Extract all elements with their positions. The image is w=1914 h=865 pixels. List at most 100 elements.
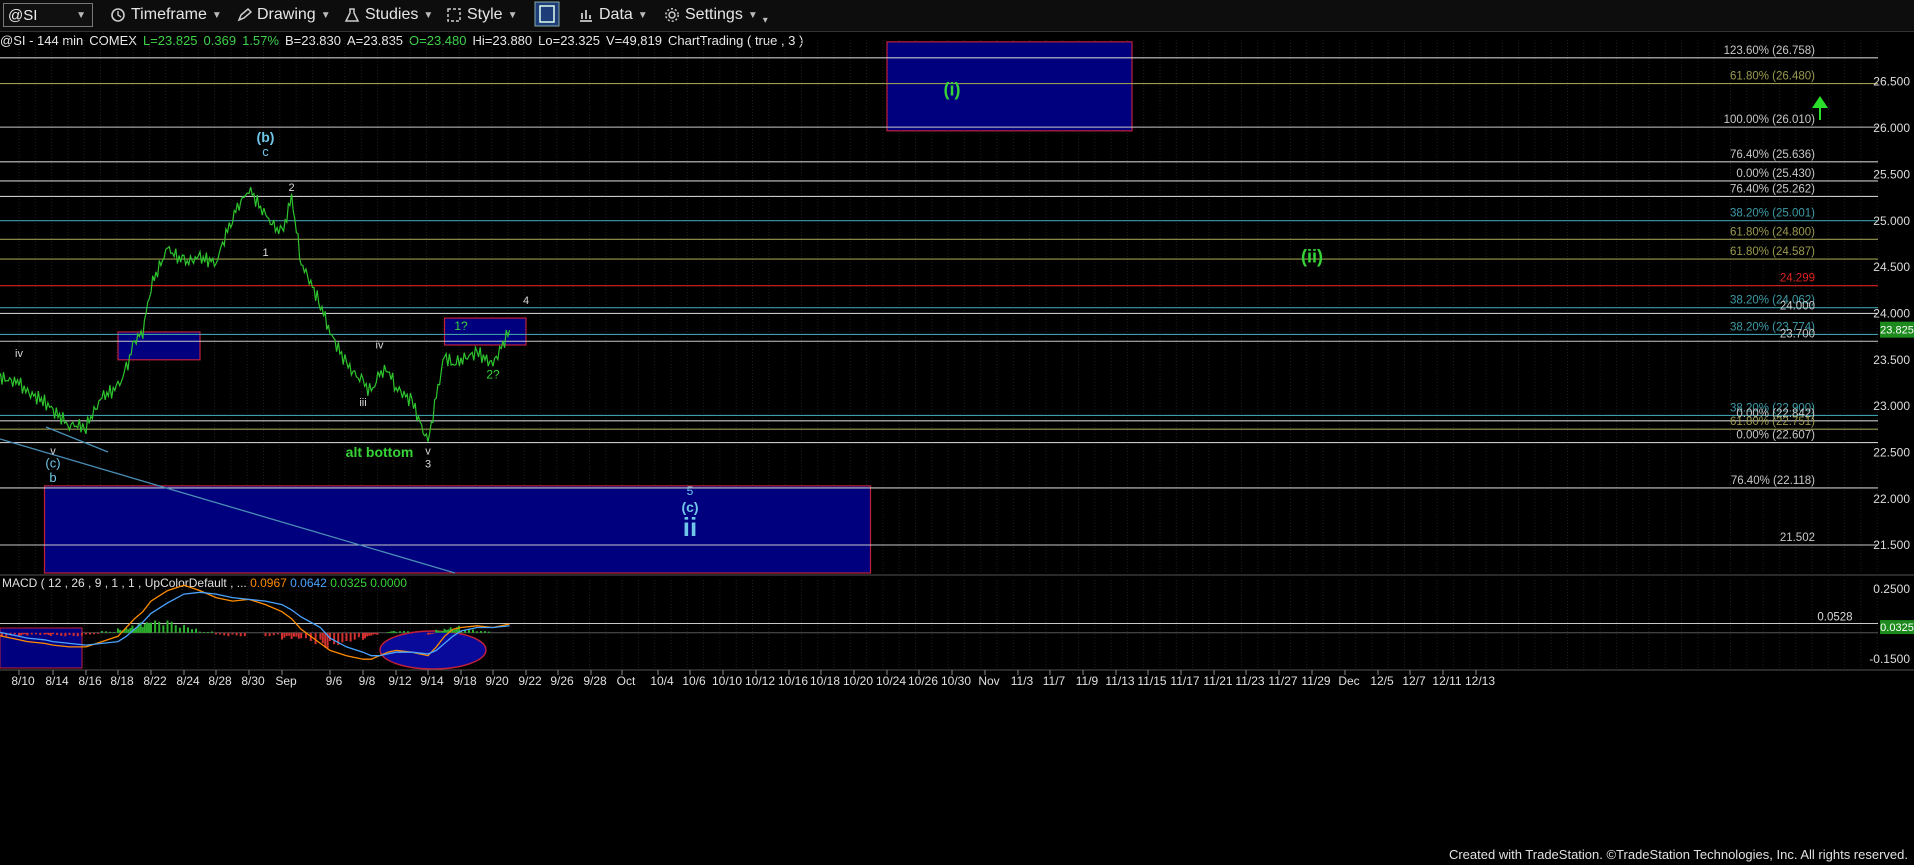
date-label: 9/26	[550, 674, 574, 688]
fib-label: 123.60% (26.758)	[1724, 45, 1816, 57]
price-axis-label: 26.500	[1873, 75, 1910, 89]
fib-label: 61.80% (26.480)	[1730, 71, 1815, 83]
target-box	[43, 485, 872, 574]
date-label: 12/5	[1370, 674, 1394, 688]
date-label: 12/13	[1465, 674, 1495, 688]
fib-label: 38.20% (25.001)	[1730, 208, 1815, 220]
date-label: 8/18	[110, 674, 134, 688]
price-chart[interactable]: 123.60% (26.758) 61.80% (26.480) 100.00% (…	[0, 0, 1914, 865]
date-label: 10/4	[650, 674, 674, 688]
wave-label: 1	[262, 247, 268, 259]
macd-ref-label: 0.0528	[1817, 612, 1852, 624]
date-label: 8/30	[241, 674, 265, 688]
wave-label: (ii)	[1301, 246, 1323, 266]
wave-label: ii	[683, 512, 697, 542]
wave-label: 1?	[454, 319, 468, 333]
price-axis-label: 24.000	[1873, 306, 1910, 320]
date-label: 11/21	[1203, 674, 1232, 688]
wave-label: iii	[359, 397, 366, 409]
wave-label: 2	[289, 182, 295, 194]
target-box	[886, 41, 1133, 132]
date-label: 11/27	[1268, 674, 1297, 688]
target-box	[117, 331, 201, 361]
price-axis-label: 26.000	[1873, 121, 1910, 135]
date-label: 12/7	[1402, 674, 1426, 688]
date-label: 10/26	[908, 674, 938, 688]
fib-label: 61.80% (22.751)	[1730, 416, 1815, 428]
fib-label: 21.502	[1780, 532, 1815, 544]
zero-value: 0.0000	[370, 576, 407, 590]
wave-label: 3	[425, 458, 431, 470]
price-axis-label: 22.500	[1873, 445, 1910, 459]
wave-label: (i)	[944, 80, 961, 100]
price-axis-label: 25.000	[1873, 214, 1910, 228]
fib-label: 76.40% (25.636)	[1730, 149, 1815, 161]
date-label: 9/20	[485, 674, 509, 688]
date-label: 9/18	[453, 674, 477, 688]
date-label: 10/20	[843, 674, 873, 688]
wave-label: (c)	[45, 455, 60, 470]
date-label: 11/29	[1301, 674, 1330, 688]
fib-label: 0.00% (25.430)	[1736, 168, 1815, 180]
date-label: 10/24	[876, 674, 906, 688]
date-label: 10/6	[682, 674, 706, 688]
price-axis-label: 21.500	[1873, 538, 1910, 552]
date-label: 11/9	[1076, 674, 1099, 688]
price-axis-label: 23.000	[1873, 399, 1910, 413]
wave-label: 2?	[486, 367, 500, 381]
price-axis: 26.500 26.000 25.500 25.000 24.500 24.000 23.5…	[1873, 75, 1914, 552]
date-label: 8/28	[208, 674, 232, 688]
macd-axis-label: -0.1500	[1869, 652, 1910, 666]
vertical-grid	[18, 40, 1878, 668]
date-label: Dec	[1338, 674, 1359, 688]
date-label: 11/7	[1043, 674, 1066, 688]
date-label: 8/10	[11, 674, 35, 688]
macd-axis-label: 0.2500	[1873, 582, 1910, 596]
fib-label: 24.000	[1780, 300, 1815, 312]
date-label: 8/24	[176, 674, 200, 688]
wave-label: (b)	[257, 129, 275, 145]
fib-label: 24.299	[1780, 273, 1815, 285]
price-axis-label: 23.500	[1873, 353, 1910, 367]
date-label: 10/30	[941, 674, 971, 688]
date-label: 10/16	[778, 674, 808, 688]
wave-label: iv	[15, 348, 23, 360]
date-label: 11/17	[1170, 674, 1199, 688]
date-label: 11/3	[1011, 674, 1034, 688]
price-axis-label: 24.500	[1873, 260, 1910, 274]
macd-value: 0.0967	[250, 576, 290, 590]
footer-credit: Created with TradeStation. ©TradeStation…	[1449, 847, 1908, 862]
macd-tag-text: 0.0325	[1880, 622, 1914, 634]
wave-label: alt bottom	[346, 444, 414, 460]
macd-title: MACD ( 12 , 26 , 9 , 1 , 1 , UpColorDefa…	[2, 576, 407, 590]
fib-label: 100.00% (26.010)	[1724, 114, 1816, 126]
date-label: 8/22	[143, 674, 167, 688]
wave-label: 4	[523, 295, 529, 307]
date-label: 10/18	[810, 674, 840, 688]
date-label: Sep	[275, 674, 297, 688]
signal-value: 0.0642	[290, 576, 330, 590]
fib-label: 76.40% (22.118)	[1731, 475, 1815, 487]
date-label: 11/13	[1105, 674, 1134, 688]
last-price-tag-text: 23.825	[1880, 325, 1914, 337]
fib-label: 61.80% (24.587)	[1730, 246, 1815, 258]
wave-label: iv	[376, 340, 384, 352]
date-label: 11/23	[1235, 674, 1264, 688]
hist-value: 0.0325	[330, 576, 370, 590]
date-label: 11/15	[1137, 674, 1166, 688]
date-label: 9/12	[388, 674, 412, 688]
date-label: 9/22	[518, 674, 542, 688]
date-label: 8/14	[45, 674, 69, 688]
fib-label: 0.00% (22.607)	[1736, 430, 1815, 442]
date-label: 10/10	[712, 674, 742, 688]
footer-text: Created with TradeStation. ©TradeStation…	[1448, 847, 1908, 862]
date-label: 9/14	[420, 674, 444, 688]
wave-label: 5	[687, 484, 694, 498]
wave-label: c	[262, 144, 269, 159]
date-label: 12/11	[1432, 674, 1461, 688]
price-axis-label: 25.500	[1873, 167, 1910, 181]
date-label: 10/12	[745, 674, 775, 688]
wave-label: v	[425, 445, 431, 457]
price-axis-label: 22.000	[1873, 492, 1910, 506]
date-label: 9/8	[359, 674, 376, 688]
